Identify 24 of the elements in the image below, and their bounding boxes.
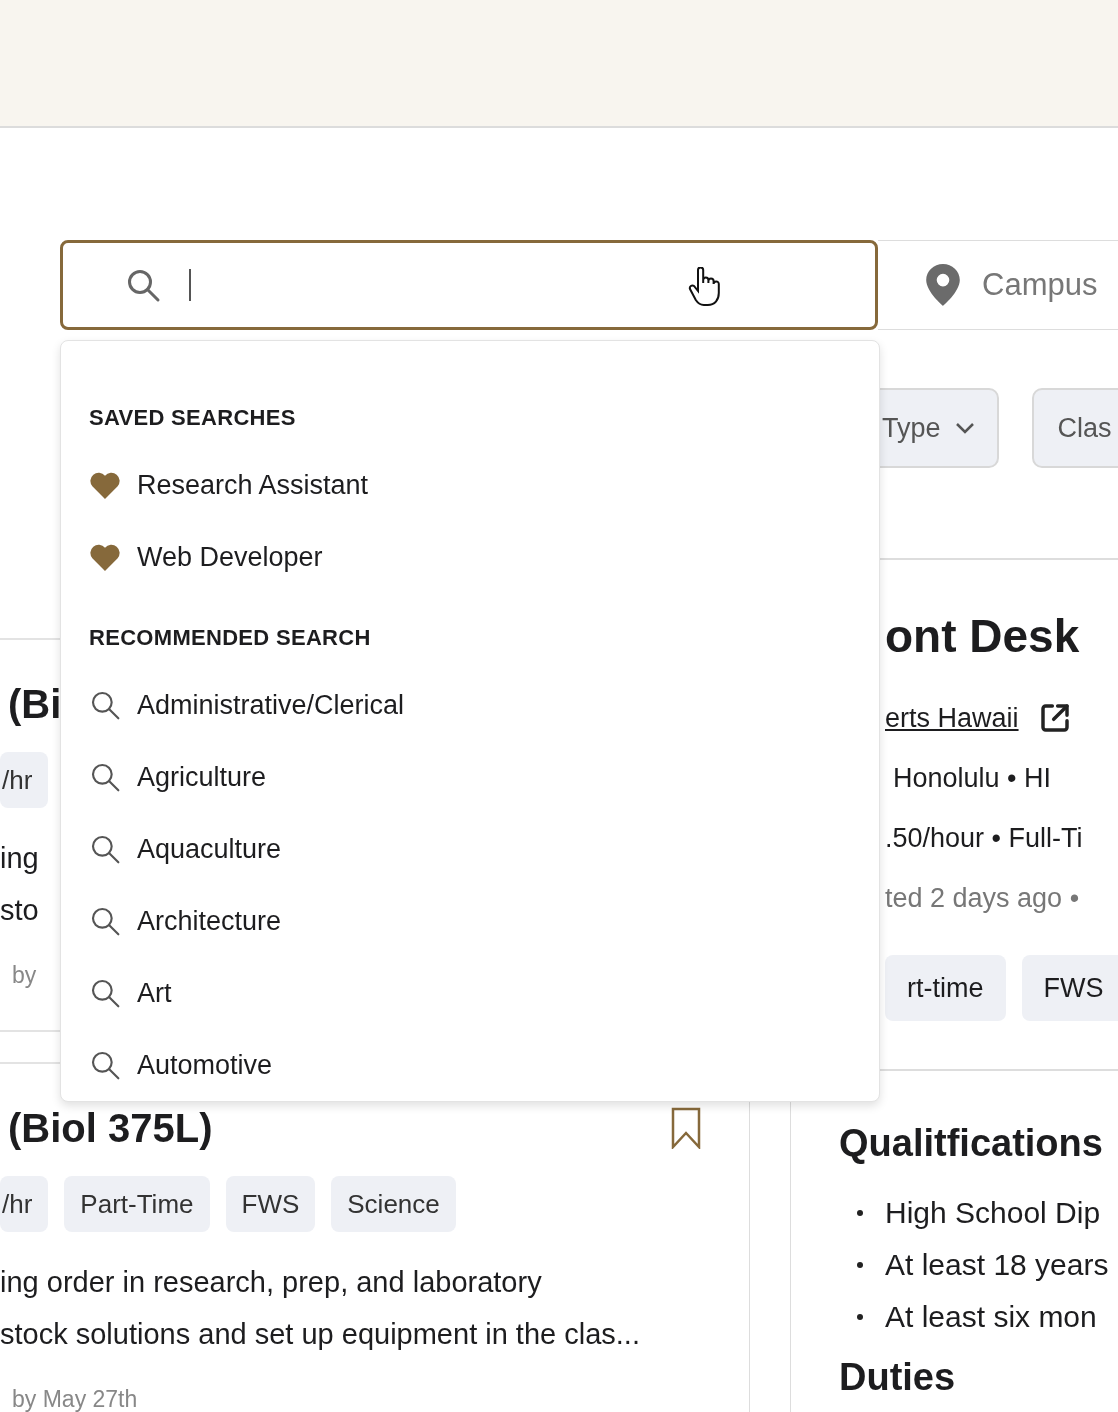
dropdown-section-heading: SAVED SEARCHES bbox=[89, 406, 297, 430]
job-tag: Part-Time bbox=[64, 1176, 210, 1232]
job-tag: /hr bbox=[0, 752, 49, 808]
job-pay: .50/hour • Full-Ti bbox=[885, 822, 1083, 854]
job-detail-title: ont Desk bbox=[885, 610, 1081, 662]
job-tag: FWS bbox=[1021, 955, 1118, 1021]
job-deadline: by bbox=[11, 962, 37, 988]
job-location: Honolulu • HI bbox=[892, 762, 1052, 794]
qualification-item: At least 18 years bbox=[885, 1248, 1109, 1282]
job-title: (Bi bbox=[8, 681, 62, 728]
qualification-item: At least six mon bbox=[885, 1300, 1097, 1334]
job-title: (Biol 375L) bbox=[8, 1105, 213, 1152]
posted-date: ted 2 days ago • bbox=[885, 882, 1080, 914]
qualification-item: High School Dip bbox=[885, 1196, 1101, 1230]
job-tag: /hr bbox=[0, 1176, 49, 1232]
job-description: ing order in research, prep, and laboratory stock solutions and set up equipment in the clas... bbox=[0, 1265, 640, 1352]
section-heading: Duties bbox=[839, 1357, 957, 1397]
job-tag: FWS bbox=[225, 1176, 316, 1232]
job-tag: Science bbox=[331, 1176, 456, 1232]
job-tag: rt-time bbox=[885, 955, 1006, 1021]
job-description: ing sto bbox=[0, 841, 39, 928]
job-deadline: by May 27th bbox=[11, 1386, 138, 1412]
dropdown-section-heading: RECOMMENDED SEARCH bbox=[89, 626, 372, 650]
section-heading: Qualitfications bbox=[839, 1121, 1104, 1166]
